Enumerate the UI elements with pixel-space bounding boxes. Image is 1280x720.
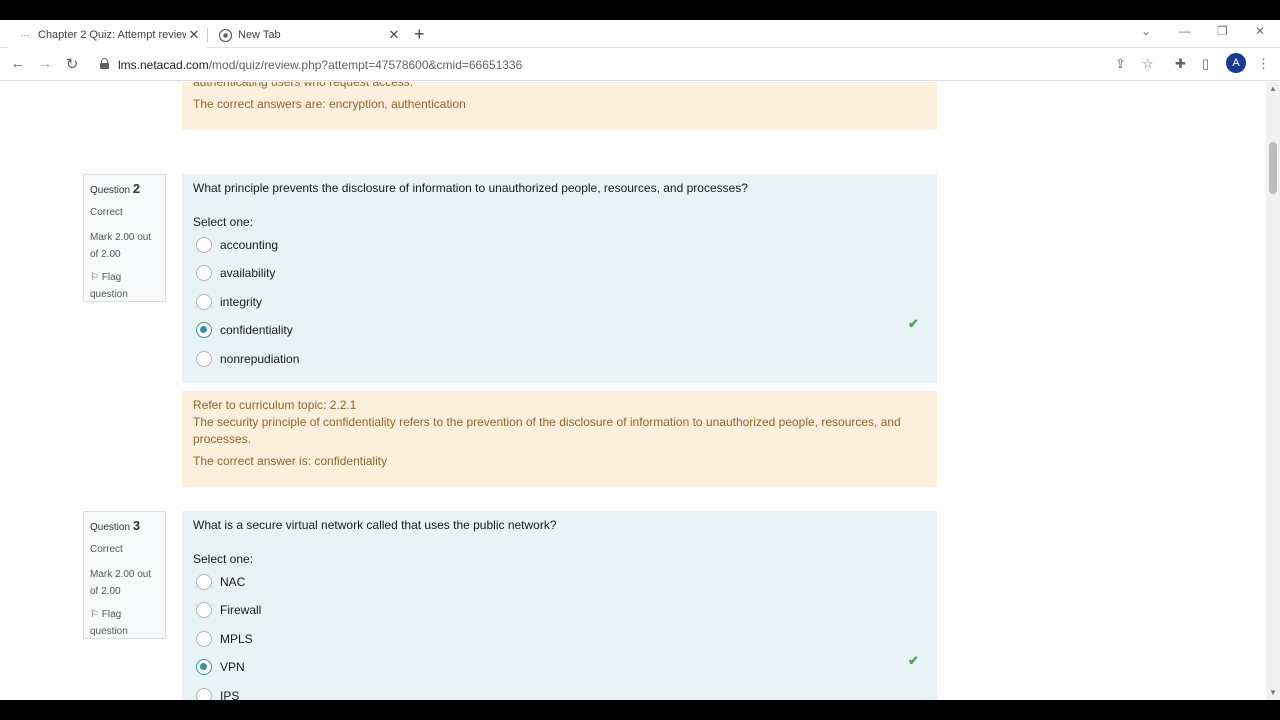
flag-icon: ⚐	[90, 272, 99, 283]
page-scrollbar[interactable]: ▲ ▼	[1266, 82, 1280, 700]
option-label: VPN	[220, 660, 245, 674]
bookmark-star-icon[interactable]: ☆	[1142, 56, 1154, 72]
scroll-up-arrow-icon[interactable]: ▲	[1269, 84, 1277, 93]
question-number: Question 3	[90, 518, 159, 533]
address-toolbar: ← → ↻ lms.netacad.com/mod/quiz/review.ph…	[0, 49, 1280, 81]
answer-option[interactable]: integrity	[196, 292, 262, 312]
tab-separator	[207, 28, 208, 42]
forward-arrow-icon[interactable]: →	[35, 55, 55, 72]
restore-icon[interactable]: ❐	[1217, 24, 1228, 38]
answer-option-selected[interactable]: confidentiality	[196, 320, 293, 340]
radio-button[interactable]	[196, 294, 212, 310]
answer-option[interactable]: availability	[196, 263, 275, 283]
flag-question-link[interactable]: ⚐ Flag question	[90, 269, 159, 303]
radio-button-checked[interactable]	[196, 322, 212, 338]
option-label: accounting	[220, 238, 279, 252]
tab-title: New Tab	[238, 29, 281, 41]
scroll-down-arrow-icon[interactable]: ▼	[1269, 688, 1277, 697]
question-number: Question 2	[90, 181, 159, 196]
radio-button[interactable]	[196, 602, 212, 618]
tab-search-chevron-icon[interactable]: ⌄	[1141, 24, 1151, 38]
share-icon[interactable]: ⇪	[1115, 56, 1126, 72]
reload-icon[interactable]: ↻	[62, 55, 82, 73]
select-one-label: Select one:	[193, 215, 254, 229]
radio-button-checked[interactable]	[196, 659, 212, 675]
question-content-3: What is a secure virtual network called …	[182, 511, 937, 700]
feedback-explanation: The security principle of confidentialit…	[193, 415, 901, 446]
cisco-favicon-icon: ⋯	[20, 29, 30, 40]
radio-button[interactable]	[196, 631, 212, 647]
minimize-icon[interactable]: —	[1179, 24, 1191, 38]
url-path: /mod/quiz/review.php?attempt=47578600&cm…	[208, 58, 523, 72]
menu-kebab-icon[interactable]: ⋮	[1257, 56, 1270, 72]
profile-avatar[interactable]: A	[1226, 53, 1246, 73]
select-one-label: Select one:	[193, 552, 254, 566]
radio-button[interactable]	[196, 688, 212, 700]
scrollbar-thumb[interactable]	[1269, 142, 1277, 194]
correct-answer: The correct answer is: confidentiality	[193, 454, 388, 468]
option-label: confidentiality	[220, 323, 293, 337]
side-panel-icon[interactable]: ▯	[1202, 56, 1209, 72]
question-label: Question	[90, 185, 131, 196]
question-text: What is a secure virtual network called …	[193, 518, 557, 532]
answer-option[interactable]: nonrepudiation	[196, 349, 299, 369]
option-label: NAC	[220, 575, 246, 589]
url-host: lms.netacad.com	[118, 58, 209, 72]
question-mark: Mark 2.00 out of 2.00	[90, 569, 152, 597]
feedback-box-2: Refer to curriculum topic: 2.2.1 The sec…	[182, 391, 937, 487]
question-text: What principle prevents the disclosure o…	[193, 181, 748, 195]
answer-option[interactable]: NAC	[196, 572, 245, 592]
correct-check-icon: ✔	[908, 316, 919, 331]
option-label: nonrepudiation	[220, 352, 300, 366]
option-label: IPS	[220, 689, 240, 700]
tab-quiz-review[interactable]: ⋯ Chapter 2 Quiz: Attempt review ✕	[8, 22, 206, 48]
radio-button[interactable]	[196, 351, 212, 367]
option-label: availability	[220, 266, 276, 280]
option-label: integrity	[220, 295, 263, 309]
option-label: Firewall	[220, 603, 262, 617]
curriculum-topic: Refer to curriculum topic: 2.2.1	[193, 398, 357, 412]
flag-icon: ⚐	[90, 609, 99, 620]
tab-strip: ⋯ Chapter 2 Quiz: Attempt review ✕ New T…	[0, 20, 1280, 48]
question-mark: Mark 2.00 out of 2.00	[90, 232, 152, 260]
option-label: MPLS	[220, 632, 253, 646]
question-number-value: 3	[132, 518, 141, 533]
answer-option[interactable]: IPS	[196, 686, 239, 700]
close-tab-icon[interactable]: ✕	[186, 27, 202, 43]
tab-title: Chapter 2 Quiz: Attempt review	[38, 29, 186, 41]
chrome-favicon-icon	[218, 28, 232, 42]
extensions-puzzle-icon[interactable]: ✚	[1175, 56, 1186, 72]
prev-feedback-box: authenticating users who request access.…	[182, 82, 937, 130]
close-window-icon[interactable]: ✕	[1255, 24, 1265, 38]
question-content-2: What principle prevents the disclosure o…	[182, 174, 937, 383]
flag-question-link[interactable]: ⚐ Flag question	[90, 606, 159, 640]
address-bar[interactable]: lms.netacad.com/mod/quiz/review.php?atte…	[92, 52, 1170, 78]
question-info-2: Question 2 Correct Mark 2.00 out of 2.00…	[83, 174, 166, 302]
radio-button[interactable]	[196, 237, 212, 253]
radio-button[interactable]	[196, 265, 212, 281]
answer-option[interactable]: accounting	[196, 235, 278, 255]
close-tab-icon[interactable]: ✕	[386, 27, 402, 43]
answer-option[interactable]: MPLS	[196, 629, 253, 649]
prev-correct-answer: The correct answers are: encryption, aut…	[193, 97, 466, 111]
question-state: Correct	[90, 207, 123, 218]
browser-window: ⋯ Chapter 2 Quiz: Attempt review ✕ New T…	[0, 20, 1280, 700]
correct-check-icon: ✔	[908, 653, 919, 668]
radio-button[interactable]	[196, 574, 212, 590]
question-info-3: Question 3 Correct Mark 2.00 out of 2.00…	[83, 511, 166, 639]
url-text[interactable]: lms.netacad.com/mod/quiz/review.php?atte…	[118, 58, 522, 72]
new-tab-plus-icon[interactable]: +	[414, 25, 425, 43]
quiz-review-page: authenticating users who request access.…	[0, 82, 1266, 700]
prev-feedback-text: authenticating users who request access.	[193, 82, 414, 89]
answer-option-selected[interactable]: VPN	[196, 657, 245, 677]
question-label: Question	[90, 522, 131, 533]
lock-icon[interactable]	[100, 58, 109, 69]
back-arrow-icon[interactable]: ←	[8, 55, 28, 72]
question-state: Correct	[90, 544, 123, 555]
answer-option[interactable]: Firewall	[196, 600, 261, 620]
question-number-value: 2	[132, 181, 141, 196]
tab-new-tab[interactable]: New Tab ✕	[207, 22, 406, 48]
